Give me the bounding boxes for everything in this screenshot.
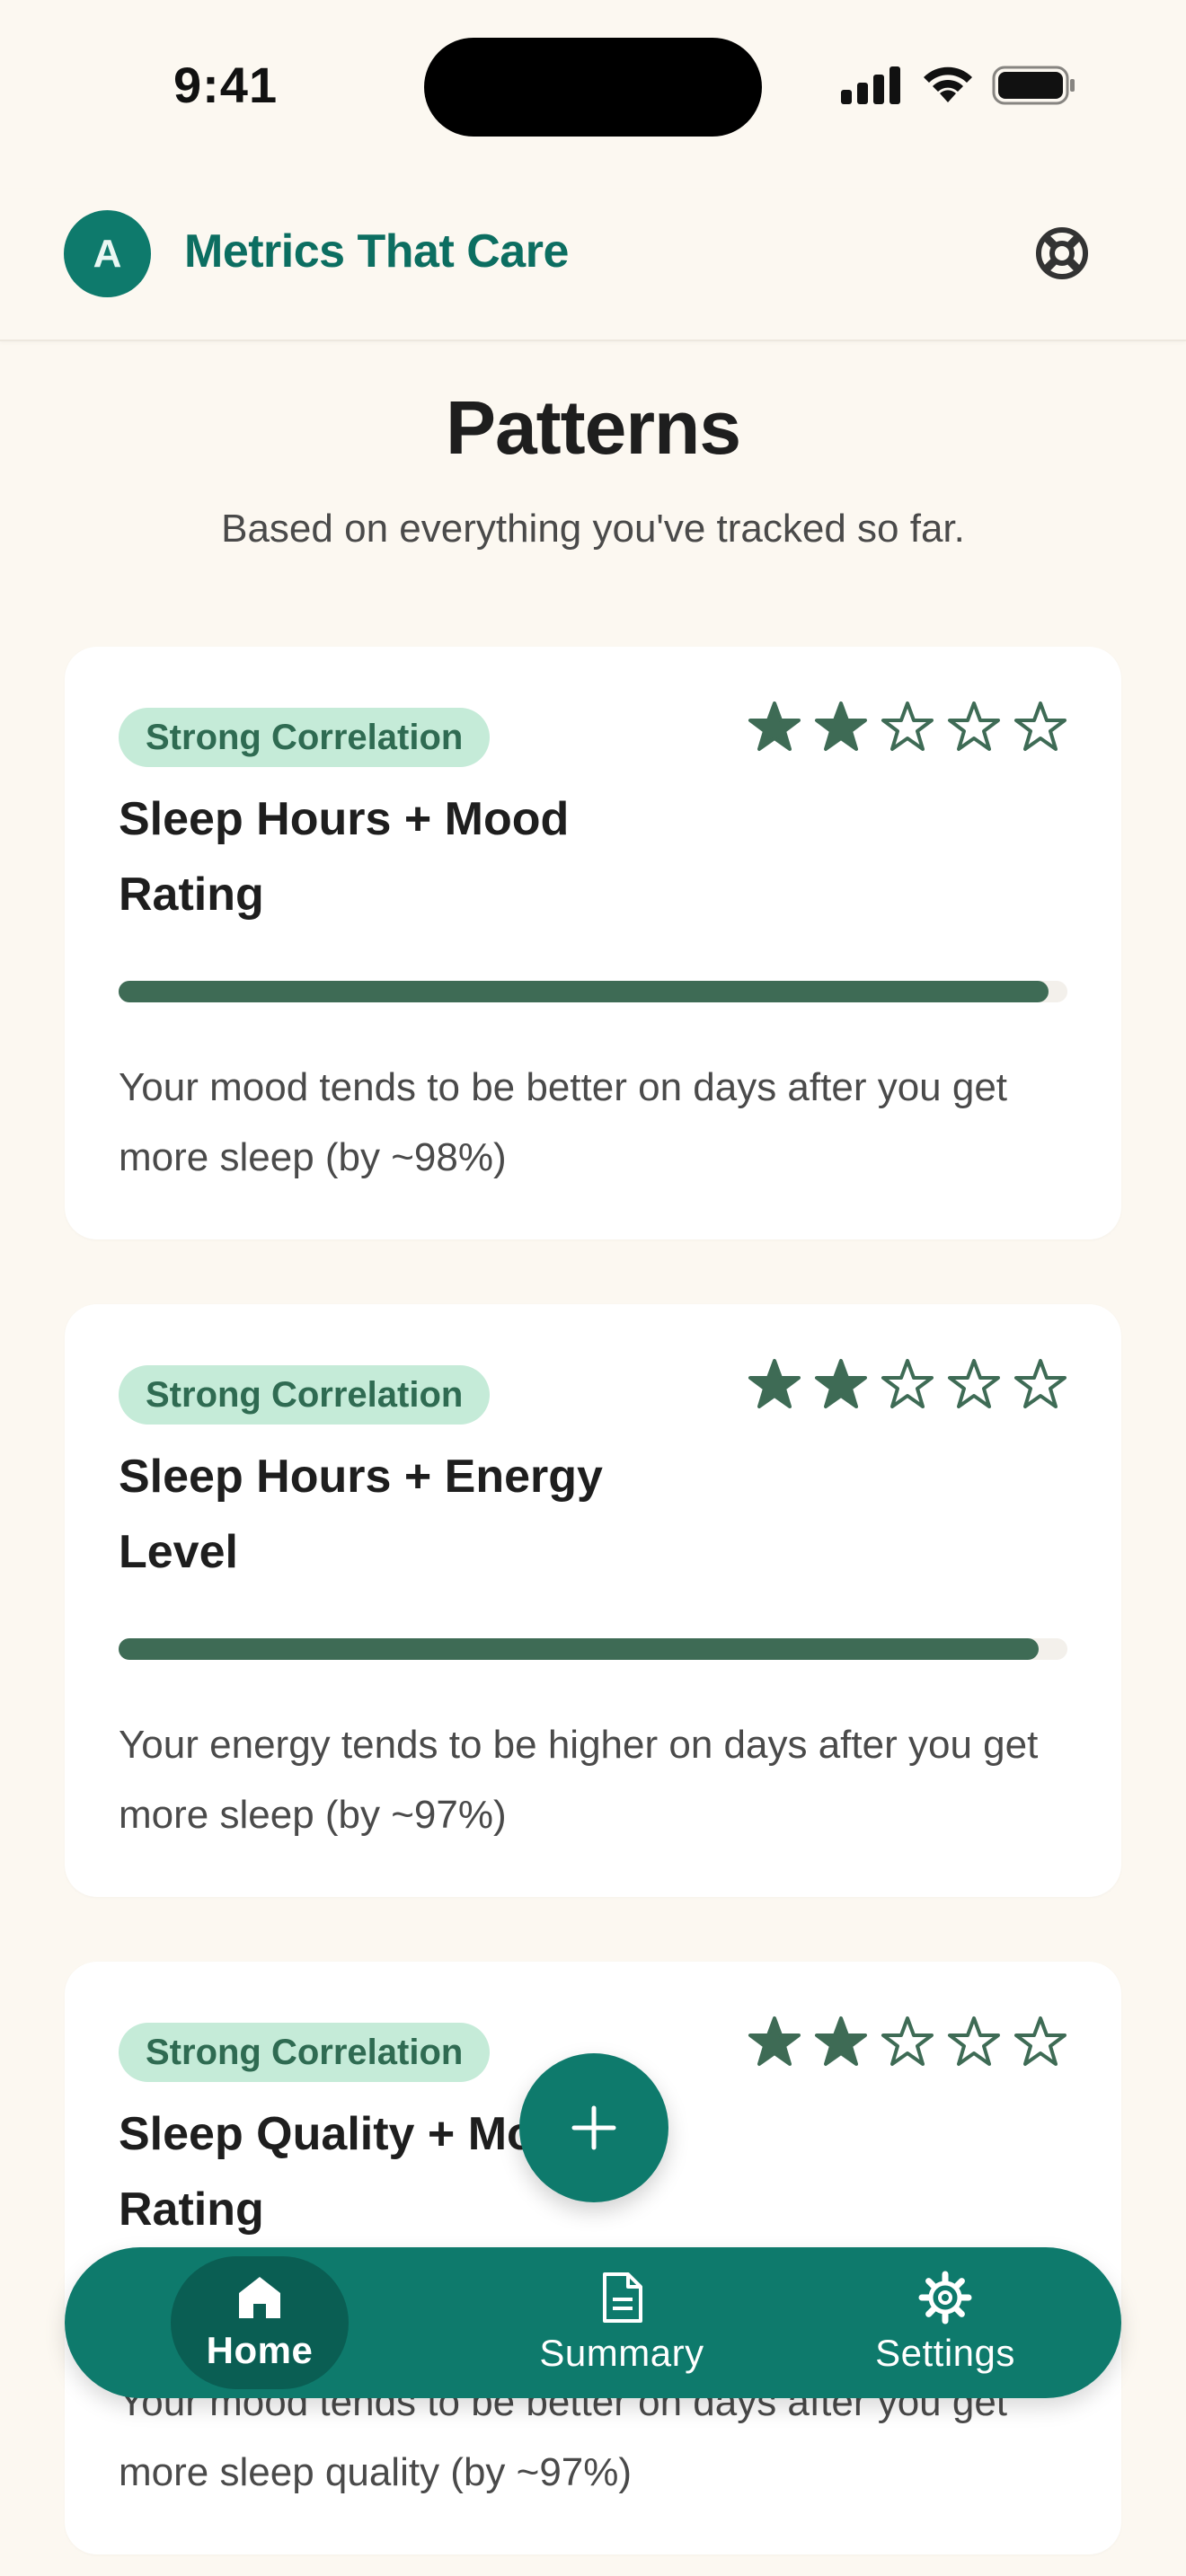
page-title: Patterns xyxy=(445,385,741,470)
strength-bar xyxy=(119,1638,1067,1660)
star-outline-icon xyxy=(881,701,934,751)
strength-bar xyxy=(119,981,1067,1002)
nav-summary-label: Summary xyxy=(539,2332,704,2374)
nav-settings[interactable]: Settings xyxy=(846,2256,1044,2389)
star-outline-icon xyxy=(948,1359,1000,1408)
strength-bar-fill xyxy=(119,981,1049,1002)
star-filled-icon xyxy=(815,2016,867,2066)
home-icon xyxy=(239,2277,280,2318)
pattern-description: Your mood tends to be better on days aft… xyxy=(119,1065,1008,1179)
star-filled-icon xyxy=(748,701,801,751)
status-bar: 9:41 xyxy=(0,0,1186,171)
nav-home[interactable]: Home xyxy=(171,2256,349,2389)
correlation-badge: Strong Correlation xyxy=(119,2023,491,2082)
pattern-title: Sleep Hours + Mood Rating xyxy=(119,793,570,921)
star-outline-icon xyxy=(948,701,1000,751)
wifi-icon xyxy=(924,66,972,102)
app-header: A Metrics That Care xyxy=(0,189,1186,341)
lifebuoy-icon[interactable] xyxy=(1033,225,1091,282)
correlation-badge: Strong Correlation xyxy=(119,1365,491,1425)
pattern-card[interactable]: Strong Correlation Sleep Hours + Energy … xyxy=(65,1304,1121,1897)
star-outline-icon xyxy=(948,2016,1000,2066)
strength-bar-fill xyxy=(119,1638,1040,1660)
star-outline-icon xyxy=(1014,701,1067,751)
star-filled-icon xyxy=(748,1359,801,1408)
star-rating xyxy=(748,701,1067,754)
status-time: 9:41 xyxy=(173,57,279,113)
star-outline-icon xyxy=(881,1359,934,1408)
page-subtitle: Based on everything you've tracked so fa… xyxy=(221,507,965,551)
nav-home-label: Home xyxy=(206,2329,314,2371)
app-title: Metrics That Care xyxy=(184,225,569,278)
star-rating xyxy=(748,2016,1067,2069)
star-outline-icon xyxy=(1014,1359,1067,1408)
star-filled-icon xyxy=(815,1359,867,1408)
pattern-title: Sleep Hours + Energy Level xyxy=(119,1451,603,1578)
battery-icon xyxy=(992,66,1075,105)
nav-settings-label: Settings xyxy=(875,2332,1015,2374)
pattern-description: Your energy tends to be higher on days a… xyxy=(119,1723,1039,1837)
star-outline-icon xyxy=(881,2016,934,2066)
bottom-nav: Home Summary Settings xyxy=(65,2247,1121,2398)
document-icon xyxy=(603,2272,642,2323)
gear-icon xyxy=(918,2271,972,2325)
dynamic-island xyxy=(424,38,762,137)
star-filled-icon xyxy=(748,2016,801,2066)
star-rating xyxy=(748,1358,1067,1412)
add-entry-button[interactable] xyxy=(519,2053,668,2202)
star-filled-icon xyxy=(815,701,867,751)
cellular-signal-icon xyxy=(841,66,900,104)
correlation-badge: Strong Correlation xyxy=(119,708,491,767)
star-outline-icon xyxy=(1014,2016,1067,2066)
plus-icon xyxy=(571,2105,616,2150)
avatar[interactable]: A xyxy=(64,210,151,297)
nav-summary[interactable]: Summary xyxy=(514,2256,730,2389)
pattern-card[interactable]: Strong Correlation Sleep Hours + Mood Ra… xyxy=(65,647,1121,1239)
